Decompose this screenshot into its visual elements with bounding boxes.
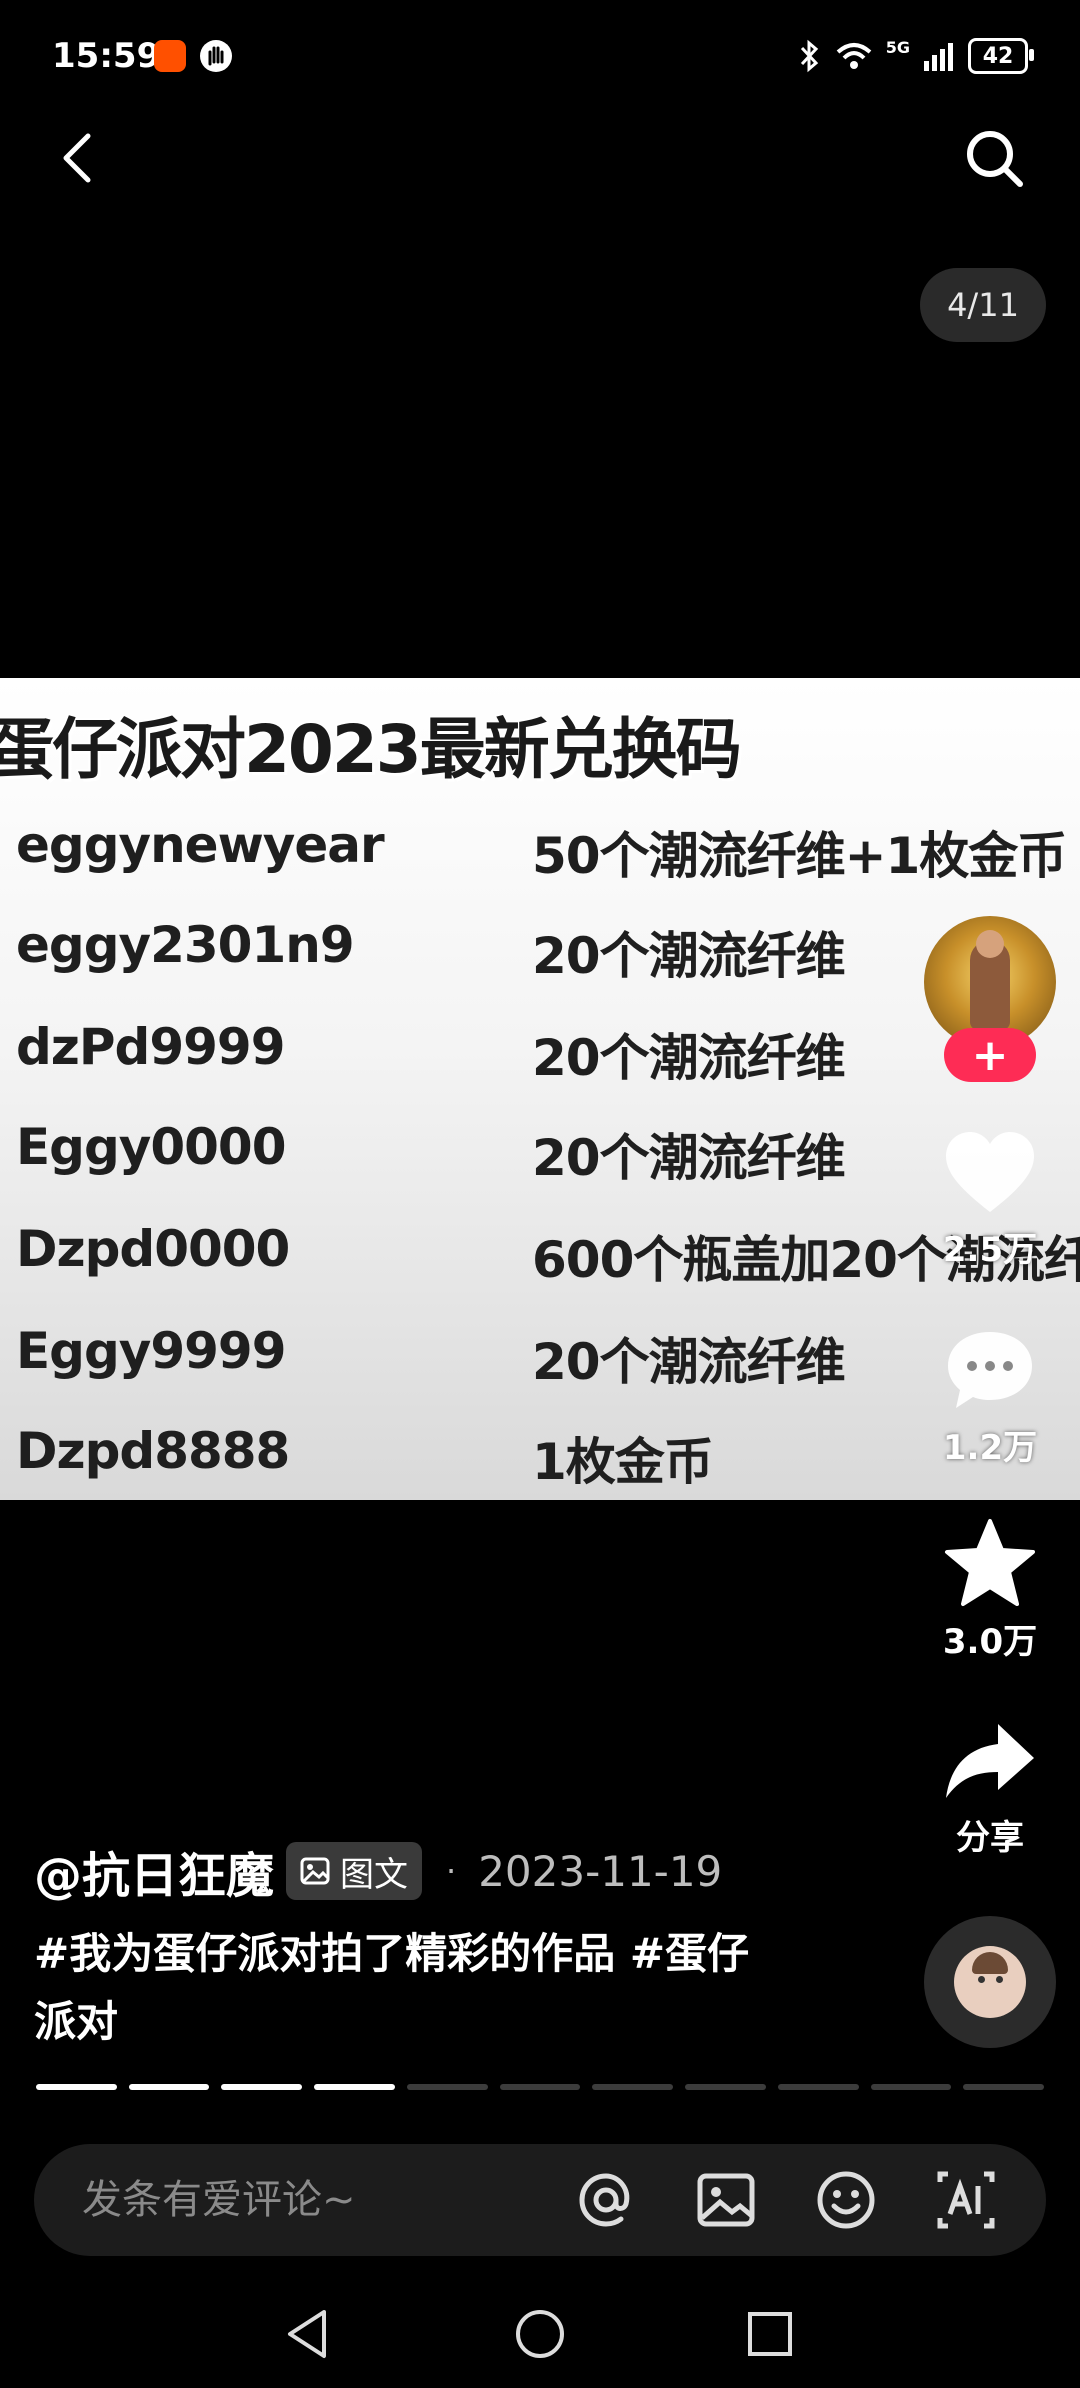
post-caption[interactable]: #我为蛋仔派对拍了精彩的作品 #蛋仔派对: [34, 1920, 774, 2056]
heart-icon: [946, 1132, 1034, 1212]
code-text: Eggy0000: [16, 1118, 286, 1176]
system-navigation-bar: [0, 2280, 1080, 2388]
code-row: dzPd9999 20个潮流纤维: [0, 1018, 1080, 1118]
code-row: eggy2301n9 20个潮流纤维: [0, 916, 1080, 1016]
mention-icon[interactable]: [574, 2168, 638, 2232]
search-icon: [967, 131, 1023, 187]
progress-segment: [777, 2084, 859, 2090]
wifi-icon: [836, 43, 872, 69]
comment-input-bar[interactable]: 发条有爱评论~: [34, 2144, 1046, 2256]
code-row: Dzpd8888 1枚金币: [0, 1422, 1080, 1500]
star-icon: [945, 1519, 1035, 1606]
comment-placeholder[interactable]: 发条有爱评论~: [82, 2144, 356, 2256]
music-disc[interactable]: [924, 1916, 1056, 2048]
avatar-head: [976, 930, 1004, 958]
status-notification-icons: [154, 40, 232, 72]
code-text: eggynewyear: [16, 816, 385, 874]
code-text: Dzpd0000: [16, 1220, 290, 1278]
progress-segment: [36, 2084, 117, 2090]
nav-recents-icon[interactable]: [742, 2306, 798, 2362]
code-row: Eggy0000 20个潮流纤维: [0, 1118, 1080, 1218]
post-date: 2023-11-19: [478, 1846, 723, 1896]
reward-text: 1枚金币: [532, 1433, 714, 1491]
search-button[interactable]: [962, 126, 1026, 190]
image-progress-bar: [36, 2084, 1045, 2090]
image-title: 蛋仔派对2023最新兑换码: [0, 711, 742, 788]
like-button[interactable]: 2.5万: [924, 1130, 1056, 1271]
comment-button[interactable]: 1.2万: [924, 1328, 1056, 1469]
comment-icon: [948, 1332, 1032, 1408]
code-row: Dzpd0000 600个瓶盖加20个潮流纤维: [0, 1220, 1080, 1320]
hand-app-icon: [200, 40, 232, 72]
nav-back-icon[interactable]: [280, 2306, 336, 2362]
progress-segment: [592, 2084, 674, 2090]
music-avatar: [954, 1946, 1026, 2018]
progress-segment: [685, 2084, 766, 2090]
image-upload-icon[interactable]: [694, 2168, 758, 2232]
taobao-app-icon: [154, 40, 186, 72]
post-type-badge: 图文: [286, 1842, 423, 1900]
network-type: 5G: [885, 38, 910, 57]
code-text: Eggy9999: [16, 1322, 286, 1380]
post-image[interactable]: 蛋仔派对2023最新兑换码 eggynewyear 50个潮流纤维+1枚金币 e…: [0, 678, 1080, 1500]
post-type-label: 图文: [340, 1854, 409, 1895]
like-count: 2.5万: [942, 1230, 1038, 1270]
progress-segment: [314, 2084, 395, 2090]
code-text: Dzpd8888: [16, 1422, 290, 1480]
favorite-count: 3.0万: [942, 1622, 1038, 1662]
follow-button[interactable]: +: [944, 1028, 1036, 1082]
reward-text: 20个潮流纤维: [532, 1029, 846, 1087]
share-label: 分享: [956, 1818, 1024, 1858]
bluetooth-icon: [800, 39, 818, 73]
reward-text: 50个潮流纤维+1枚金币: [532, 827, 1067, 885]
progress-segment: [406, 2084, 488, 2090]
battery-indicator: 42: [968, 38, 1034, 74]
comment-count: 1.2万: [942, 1428, 1038, 1468]
page-indicator: 4/11: [920, 268, 1046, 342]
signal-icon: [924, 43, 953, 71]
back-button[interactable]: [52, 128, 112, 188]
reward-text: 20个潮流纤维: [532, 1333, 846, 1391]
status-time: 15:59: [52, 36, 161, 76]
nav-home-icon[interactable]: [512, 2306, 568, 2362]
progress-segment: [128, 2084, 210, 2090]
separator-dot: ·: [446, 1852, 457, 1890]
reward-text: 20个潮流纤维: [532, 927, 846, 985]
image-icon: [300, 1857, 330, 1885]
code-row: Eggy9999 20个潮流纤维: [0, 1322, 1080, 1422]
code-row: eggynewyear 50个潮流纤维+1枚金币: [0, 816, 1080, 916]
progress-segment: [221, 2084, 303, 2090]
reward-text: 20个潮流纤维: [532, 1129, 846, 1187]
code-text: dzPd9999: [16, 1018, 285, 1076]
ai-text-icon[interactable]: [934, 2168, 998, 2232]
share-arrow-icon: [946, 1724, 1034, 1798]
share-button[interactable]: 分享: [924, 1720, 1056, 1859]
status-right: 5G 42: [798, 38, 1034, 74]
progress-segment: [870, 2084, 952, 2090]
back-arrow-icon: [63, 133, 91, 183]
author-line: @抗日狂魔 图文 · 2023-11-19: [34, 1836, 722, 1906]
progress-segment: [963, 2084, 1045, 2090]
code-text: eggy2301n9: [16, 916, 355, 974]
progress-segment: [499, 2084, 581, 2090]
emoji-icon[interactable]: [814, 2168, 878, 2232]
favorite-button[interactable]: 3.0万: [924, 1518, 1056, 1663]
author-name[interactable]: @抗日狂魔: [34, 1836, 274, 1906]
